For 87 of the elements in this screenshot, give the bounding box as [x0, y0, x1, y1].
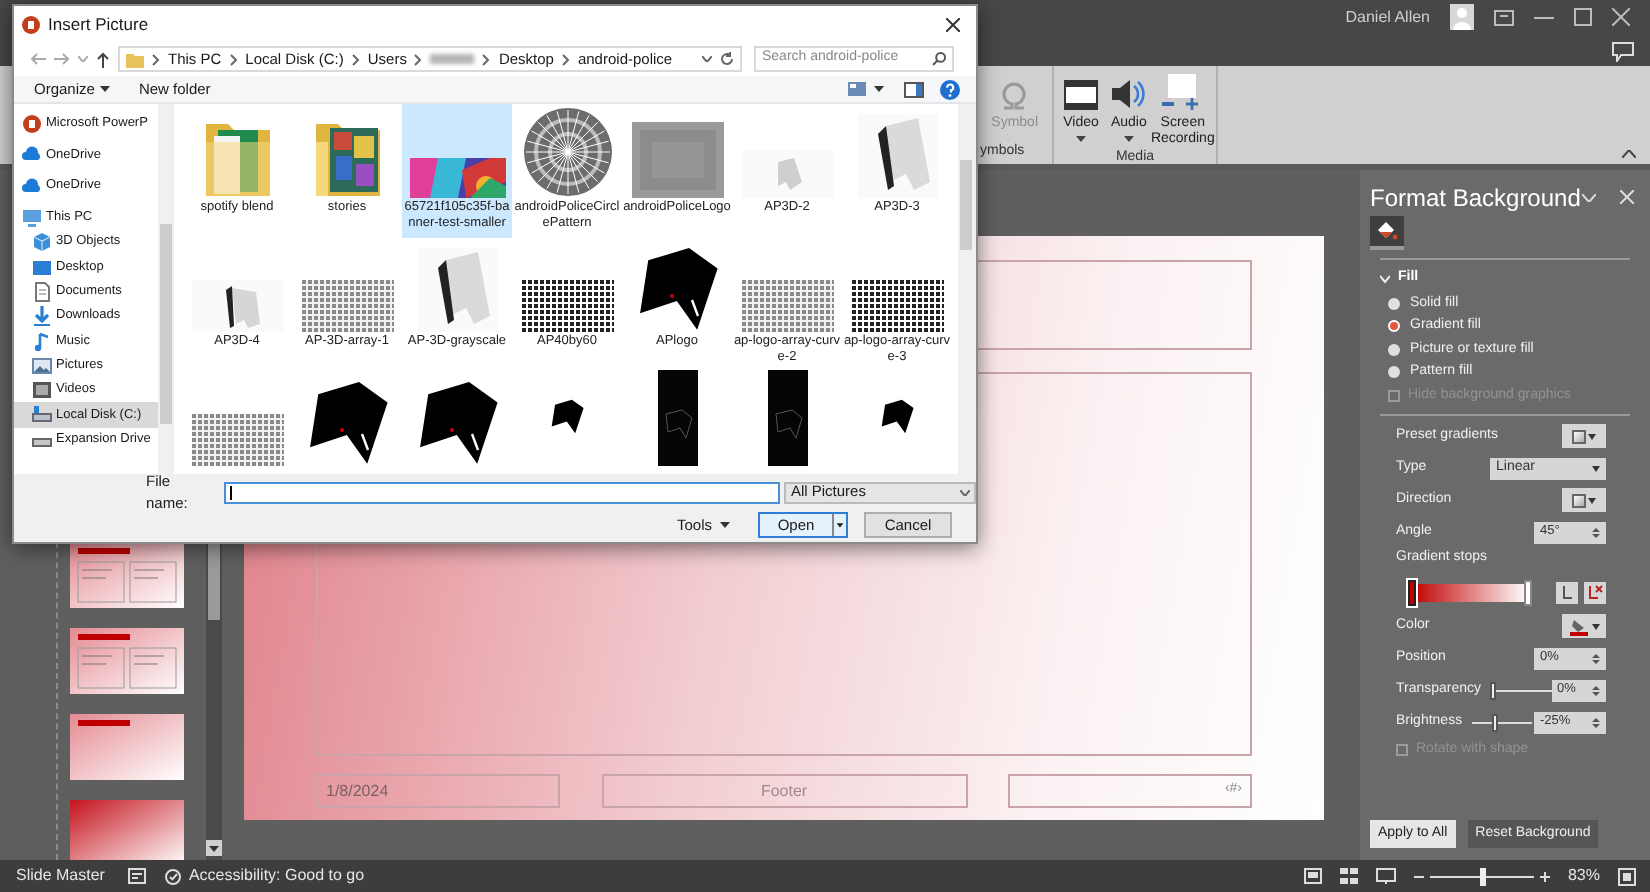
accessibility-check-icon[interactable]	[164, 867, 183, 885]
folder-icon[interactable]	[203, 118, 271, 198]
dropdown-icon[interactable]	[874, 86, 884, 92]
paint-bucket-icon	[1569, 617, 1587, 635]
view-options-icon[interactable]	[848, 82, 866, 96]
color-dropdown[interactable]	[1562, 614, 1606, 638]
normal-view-icon[interactable]	[1303, 868, 1322, 884]
gradient-stop[interactable]	[1408, 580, 1416, 606]
zoom-slider-thumb[interactable]	[1479, 867, 1486, 885]
redacted-text	[430, 54, 475, 64]
help-icon[interactable]	[940, 79, 960, 99]
cube-icon	[32, 232, 52, 253]
chevron-down-icon[interactable]	[1582, 193, 1596, 201]
up-icon[interactable]	[96, 51, 110, 67]
caret-icon	[1123, 136, 1134, 142]
radio-button[interactable]	[1388, 366, 1400, 379]
slider-thumb[interactable]	[1492, 713, 1499, 731]
preview-pane-icon[interactable]	[904, 81, 924, 97]
omega-icon	[998, 78, 1031, 110]
folder-icon[interactable]	[313, 118, 381, 198]
search-icon[interactable]	[932, 52, 946, 66]
videos-icon	[32, 380, 52, 401]
slide-sorter-icon[interactable]	[1339, 868, 1358, 884]
dialog-title: Insert Picture	[48, 11, 149, 37]
caret-icon[interactable]	[702, 56, 712, 62]
ribbon-display-icon[interactable]	[1494, 9, 1514, 25]
chevron-right-icon[interactable]	[414, 53, 423, 65]
downloads-icon	[32, 306, 52, 327]
caret-icon	[960, 489, 970, 495]
chevron-right-icon[interactable]	[152, 53, 160, 65]
collapse-ribbon-icon[interactable]	[1622, 150, 1636, 158]
fit-slide-icon[interactable]	[1618, 867, 1636, 885]
documents-icon	[32, 281, 52, 302]
app-icon	[22, 15, 40, 33]
pc-icon	[22, 208, 42, 229]
film-icon	[1064, 80, 1098, 110]
speaker-icon	[1110, 78, 1147, 110]
notes-icon[interactable]	[128, 868, 147, 884]
app-icon	[22, 113, 42, 134]
direction-dropdown[interactable]	[1562, 488, 1606, 512]
user-name: Daniel Allen	[1345, 5, 1430, 29]
slide-thumbnail[interactable]	[70, 714, 184, 780]
cloud-icon	[22, 144, 42, 165]
preset-gradients-dropdown[interactable]	[1562, 424, 1606, 448]
remove-stop-icon[interactable]	[1584, 582, 1606, 604]
add-stop-icon[interactable]	[1556, 582, 1578, 604]
zoom-out-icon[interactable]	[1413, 871, 1424, 881]
panel-title: Format Background	[1370, 181, 1581, 215]
open-dropdown-icon[interactable]	[832, 514, 846, 536]
comments-icon[interactable]	[1612, 42, 1634, 62]
zoom-in-icon[interactable]	[1539, 871, 1550, 881]
caret-icon	[100, 86, 111, 92]
gradient-stop[interactable]	[1524, 580, 1532, 606]
radio-button[interactable]	[1388, 297, 1400, 310]
pictures-icon	[32, 355, 52, 376]
chevron-right-icon[interactable]	[351, 53, 360, 65]
scrollbar-thumb[interactable]	[208, 540, 220, 620]
radio-button[interactable]	[1388, 320, 1400, 333]
scrollbar-thumb[interactable]	[960, 160, 972, 250]
disk-icon	[32, 404, 52, 425]
close-icon[interactable]	[946, 17, 960, 31]
file-name-field[interactable]	[223, 481, 781, 503]
slider-thumb[interactable]	[1489, 681, 1496, 699]
fill-tab[interactable]	[1370, 216, 1404, 250]
gradient-bar[interactable]	[1412, 584, 1528, 602]
status-mode: Slide Master	[14, 864, 105, 888]
caret-icon	[720, 522, 730, 528]
chevron-right-icon[interactable]	[229, 53, 238, 65]
scrollbar-thumb[interactable]	[160, 224, 172, 424]
accessibility-status[interactable]: Accessibility: Good to go	[188, 864, 365, 888]
paint-bucket-icon	[1376, 220, 1398, 242]
zoom-level[interactable]: 83%	[1567, 864, 1600, 888]
chevron-right-icon[interactable]	[482, 53, 491, 65]
slide-thumbnail[interactable]	[70, 628, 184, 694]
caret-icon	[1076, 136, 1086, 142]
refresh-icon[interactable]	[720, 52, 734, 66]
slide-thumbnail[interactable]	[70, 542, 184, 608]
maximize-icon[interactable]	[1574, 8, 1592, 26]
chevron-right-icon[interactable]	[561, 53, 570, 65]
radio-button[interactable]	[1388, 343, 1400, 356]
presenter-view-icon[interactable]	[1375, 868, 1396, 884]
chevron-down-icon[interactable]	[1380, 273, 1390, 283]
music-icon	[32, 331, 52, 352]
screen-record-icon	[1162, 74, 1203, 110]
desktop-icon	[32, 257, 52, 278]
scroll-down-icon[interactable]	[206, 840, 222, 856]
cloud-icon	[22, 176, 42, 197]
